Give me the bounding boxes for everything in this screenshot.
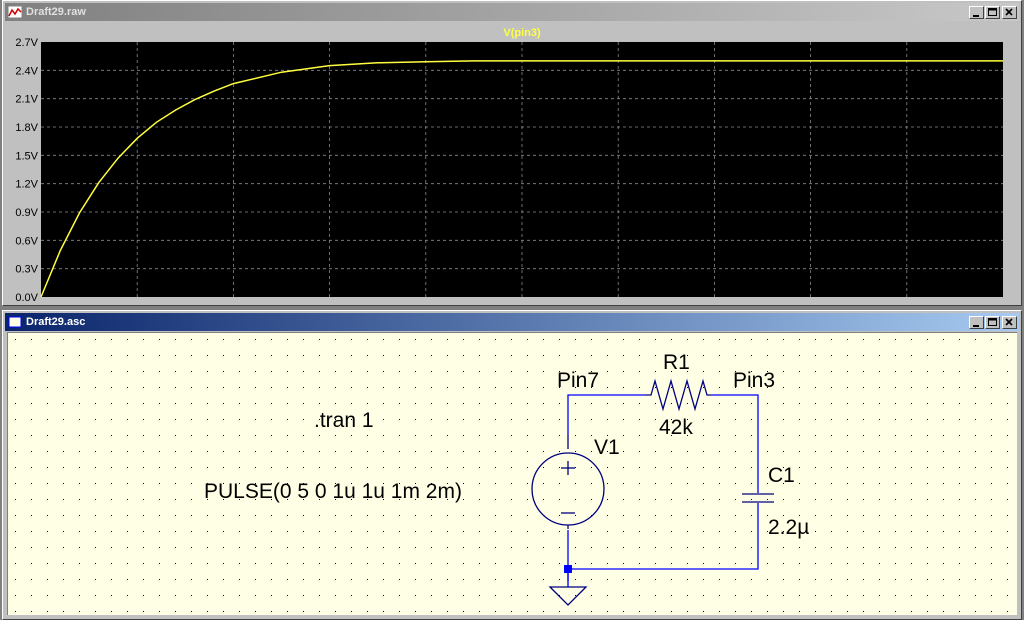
- y-tick-label: 2.4V: [15, 65, 38, 77]
- y-tick-label: 0.9V: [15, 207, 38, 219]
- plot-area[interactable]: 0.0V 0.3V 0.6V 0.9V 1.2V 1.5V 1.8V 2.1V 2.4V 2.7V…: [5, 22, 1019, 303]
- y-tick-label: 2.7V: [15, 37, 38, 49]
- capacitor-value-label[interactable]: 2.2µ: [768, 516, 809, 539]
- y-tick-label: 0.6V: [15, 235, 38, 247]
- schematic-drawing[interactable]: .tran 1 PULSE(0 5 0 1u 1u 1m 2m) V1 Pin7…: [8, 333, 1017, 615]
- restore-button[interactable]: [985, 315, 1000, 329]
- waveform-window[interactable]: Draft29.raw 0.0V 0.3V 0.6V 0.9V 1.2V 1.5V 1.8V…: [2, 0, 1022, 306]
- schematic-titlebar[interactable]: Draft29.asc: [5, 313, 1019, 331]
- schematic-app-icon: [8, 316, 22, 328]
- y-tick-label: 1.8V: [15, 122, 38, 134]
- resistor-name-label[interactable]: R1: [663, 351, 690, 374]
- schematic-canvas[interactable]: .tran 1 PULSE(0 5 0 1u 1u 1m 2m) V1 Pin7…: [7, 332, 1017, 615]
- resistor-value-label[interactable]: 42k: [659, 416, 693, 439]
- restore-button[interactable]: [985, 5, 1000, 19]
- close-icon: [1005, 317, 1013, 326]
- restore-icon: [988, 317, 997, 326]
- minimize-icon: [973, 14, 979, 17]
- waveform-chart[interactable]: 0.0V 0.3V 0.6V 0.9V 1.2V 1.5V 1.8V 2.1V 2.4V 2.7V…: [5, 22, 1019, 303]
- capacitor-name-label[interactable]: C1: [768, 464, 795, 487]
- waveform-app-icon: [8, 6, 22, 18]
- source-name-label[interactable]: V1: [594, 436, 620, 459]
- y-tick-label: 1.5V: [15, 150, 38, 162]
- trace-label[interactable]: V(pin3): [503, 27, 541, 39]
- restore-icon: [988, 7, 997, 16]
- y-tick-label: 0.0V: [15, 292, 38, 303]
- y-axis-labels: 0.0V 0.3V 0.6V 0.9V 1.2V 1.5V 1.8V 2.1V 2.4V 2.7V: [15, 37, 38, 303]
- minimize-button[interactable]: [969, 5, 984, 19]
- y-tick-label: 0.3V: [15, 264, 38, 276]
- source-value-label[interactable]: PULSE(0 5 0 1u 1u 1m 2m): [204, 480, 462, 503]
- schematic-grid: [8, 333, 1017, 615]
- close-icon: [1005, 7, 1013, 16]
- close-button[interactable]: [1002, 315, 1017, 329]
- minimize-icon: [973, 324, 979, 327]
- waveform-titlebar[interactable]: Draft29.raw: [5, 3, 1019, 21]
- y-tick-label: 2.1V: [15, 94, 38, 106]
- minimize-button[interactable]: [969, 315, 984, 329]
- waveform-window-title: Draft29.raw: [26, 6, 86, 18]
- net-label-pin7[interactable]: Pin7: [557, 369, 599, 392]
- close-button[interactable]: [1002, 5, 1017, 19]
- schematic-window[interactable]: Draft29.asc .tran 1 PULSE(0 5 0 1u 1u 1m…: [2, 310, 1022, 620]
- directive-tran[interactable]: .tran 1: [314, 409, 374, 432]
- net-label-pin3[interactable]: Pin3: [733, 369, 775, 392]
- schematic-window-title: Draft29.asc: [26, 316, 86, 328]
- y-tick-label: 1.2V: [15, 179, 38, 191]
